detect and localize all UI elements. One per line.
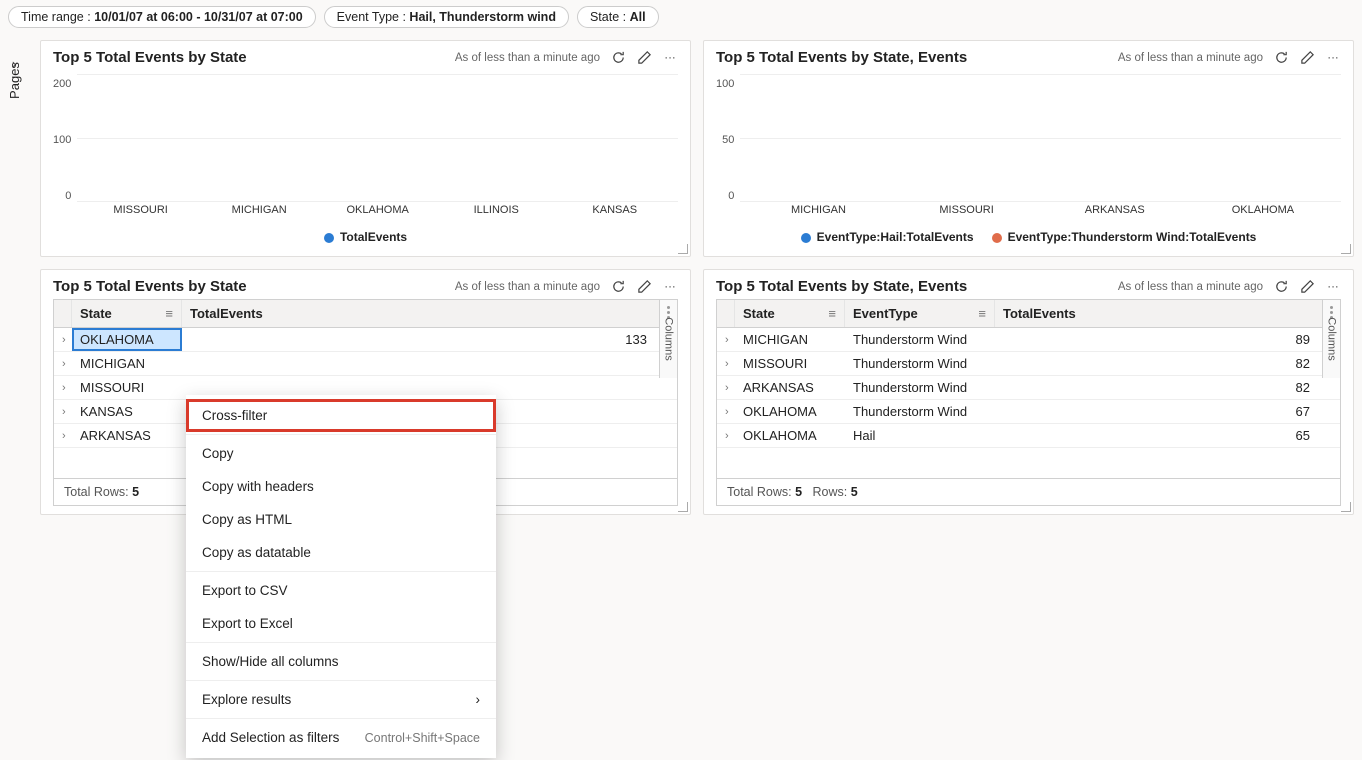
resize-handle[interactable] [1341, 502, 1351, 512]
edit-icon[interactable] [1299, 279, 1315, 295]
legend-item[interactable]: EventType:Thunderstorm Wind:TotalEvents [992, 230, 1257, 244]
legend-item[interactable]: EventType:Hail:TotalEvents [801, 230, 974, 244]
resize-handle[interactable] [1341, 244, 1351, 254]
expand-icon[interactable]: › [725, 334, 729, 346]
refresh-icon[interactable] [1273, 279, 1289, 295]
tile-timestamp: As of less than a minute ago [1118, 281, 1263, 293]
tile-timestamp: As of less than a minute ago [455, 281, 600, 293]
resize-handle[interactable] [678, 244, 688, 254]
ctx-export-excel[interactable]: Export to Excel [186, 607, 496, 640]
expand-icon[interactable]: › [62, 430, 66, 442]
expand-icon[interactable]: › [62, 358, 66, 370]
refresh-icon[interactable] [1273, 50, 1289, 66]
refresh-icon[interactable] [610, 50, 626, 66]
expand-icon[interactable]: › [62, 334, 66, 346]
ctx-add-selection-filters[interactable]: Add Selection as filtersControl+Shift+Sp… [186, 721, 496, 754]
more-icon[interactable]: ··· [662, 50, 678, 66]
tile-chart-state-events: Top 5 Total Events by State, Events As o… [703, 40, 1354, 257]
ctx-cross-filter[interactable]: Cross-filter [186, 399, 496, 432]
col-eventtype[interactable]: EventType≡ [845, 300, 995, 327]
ctx-copy-datatable[interactable]: Copy as datatable [186, 536, 496, 569]
legend-item[interactable]: TotalEvents [324, 230, 407, 244]
ctx-export-csv[interactable]: Export to CSV [186, 574, 496, 607]
edit-icon[interactable] [1299, 50, 1315, 66]
expand-icon[interactable]: › [62, 382, 66, 394]
columns-panel-toggle[interactable]: Columns [659, 300, 677, 378]
table-row[interactable]: › OKLAHOMA Hail 65 [717, 424, 1340, 448]
tile-title: Top 5 Total Events by State [53, 278, 455, 295]
edit-icon[interactable] [636, 50, 652, 66]
columns-panel-toggle[interactable]: Columns [1322, 300, 1340, 378]
col-state[interactable]: State≡ [735, 300, 845, 327]
column-menu-icon[interactable]: ≡ [978, 306, 986, 321]
expand-icon[interactable]: › [725, 358, 729, 370]
context-menu: Cross-filter Copy Copy with headers Copy… [186, 395, 496, 758]
table-row[interactable]: › OKLAHOMA Thunderstorm Wind 67 [717, 400, 1340, 424]
ctx-explore-results[interactable]: Explore results› [186, 683, 496, 716]
tile-title: Top 5 Total Events by State [53, 49, 455, 66]
pages-panel-toggle[interactable]: › Pages [2, 50, 26, 110]
chevron-right-icon: › [476, 692, 481, 707]
tile-title: Top 5 Total Events by State, Events [716, 49, 1118, 66]
refresh-icon[interactable] [610, 279, 626, 295]
col-totalevents[interactable]: TotalEvents≡ [182, 300, 677, 327]
table-row[interactable]: › MISSOURI Thunderstorm Wind 82 [717, 352, 1340, 376]
tile-table-state-events: Top 5 Total Events by State, Events As o… [703, 269, 1354, 515]
more-icon[interactable]: ··· [1325, 50, 1341, 66]
expand-icon[interactable]: › [725, 406, 729, 418]
expand-icon[interactable]: › [725, 382, 729, 394]
col-totalevents[interactable]: TotalEvents≡ [995, 300, 1340, 327]
table-row[interactable]: › ARKANSAS Thunderstorm Wind 82 [717, 376, 1340, 400]
expand-icon[interactable]: › [62, 406, 66, 418]
tile-chart-states: Top 5 Total Events by State As of less t… [40, 40, 691, 257]
expand-icon[interactable]: › [725, 430, 729, 442]
tile-timestamp: As of less than a minute ago [455, 52, 600, 64]
resize-handle[interactable] [678, 502, 688, 512]
ctx-copy[interactable]: Copy [186, 437, 496, 470]
col-state[interactable]: State≡ [72, 300, 182, 327]
tile-timestamp: As of less than a minute ago [1118, 52, 1263, 64]
tile-title: Top 5 Total Events by State, Events [716, 278, 1118, 295]
table-row[interactable]: › OKLAHOMA 133 [54, 328, 677, 352]
table-row[interactable]: › MICHIGAN Thunderstorm Wind 89 [717, 328, 1340, 352]
filter-event-type[interactable]: Event Type : Hail, Thunderstorm wind [324, 6, 569, 28]
filter-time[interactable]: Time range : 10/01/07 at 06:00 - 10/31/0… [8, 6, 316, 28]
ctx-copy-headers[interactable]: Copy with headers [186, 470, 496, 503]
ctx-show-hide-cols[interactable]: Show/Hide all columns [186, 645, 496, 678]
table-row[interactable]: › MICHIGAN [54, 352, 677, 376]
more-icon[interactable]: ··· [1325, 279, 1341, 295]
ctx-copy-html[interactable]: Copy as HTML [186, 503, 496, 536]
filter-state[interactable]: State : All [577, 6, 659, 28]
more-icon[interactable]: ··· [662, 279, 678, 295]
column-menu-icon[interactable]: ≡ [828, 306, 836, 321]
filter-bar: Time range : 10/01/07 at 06:00 - 10/31/0… [0, 0, 1362, 34]
column-menu-icon[interactable]: ≡ [165, 306, 173, 321]
edit-icon[interactable] [636, 279, 652, 295]
